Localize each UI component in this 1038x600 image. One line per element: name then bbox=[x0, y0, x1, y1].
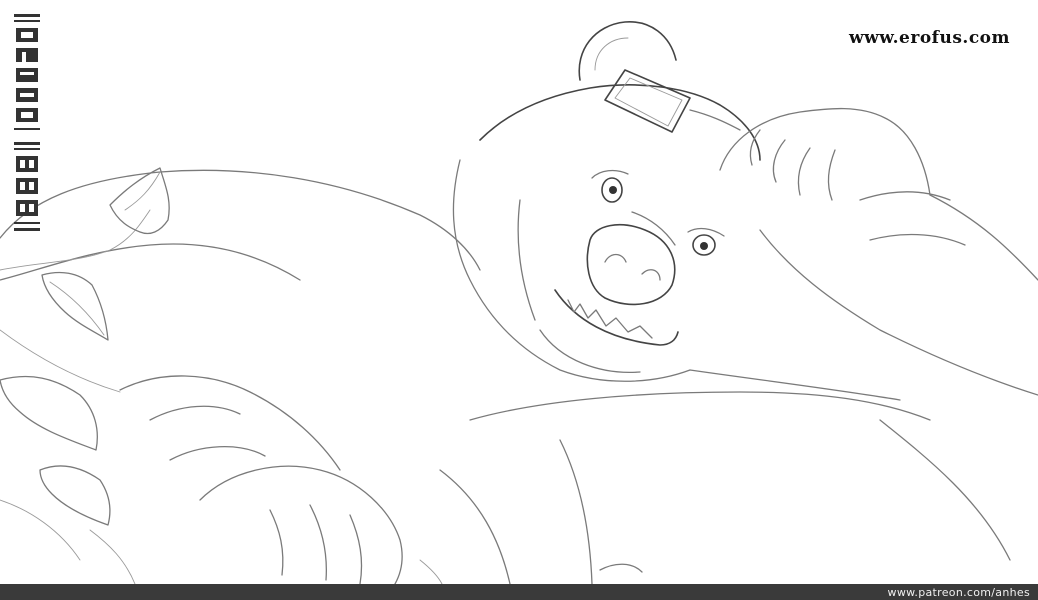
bear-head-outline bbox=[479, 84, 761, 161]
leaf-bottom-left-2 bbox=[39, 465, 111, 526]
bear-cheek bbox=[517, 199, 536, 321]
artwork-canvas: www.erofus.com www.patreon.com/anhes bbox=[0, 0, 1038, 600]
belt-strap-2 bbox=[559, 439, 593, 584]
wrist-cuff-left-2 bbox=[169, 445, 266, 461]
arm-right bbox=[929, 194, 1038, 281]
bear-arm-lower-left bbox=[119, 375, 341, 471]
claw-3 bbox=[797, 147, 811, 196]
wrist-band-2 bbox=[869, 233, 966, 246]
bear-lineart-drawing bbox=[0, 21, 1038, 584]
finger-3 bbox=[349, 514, 363, 584]
arm-right-lower bbox=[759, 229, 1038, 396]
footer-url[interactable]: www.patreon.com/anhes bbox=[888, 586, 1030, 599]
watermark-text: www.erofus.com bbox=[848, 28, 1010, 48]
nostril-left bbox=[604, 253, 627, 263]
brow-left bbox=[591, 169, 629, 179]
footer-bar: www.patreon.com/anhes bbox=[0, 584, 1038, 600]
bear-teeth bbox=[567, 299, 653, 339]
bottom-detail bbox=[599, 563, 643, 573]
bear-hand-raised bbox=[719, 107, 931, 196]
leaf-left bbox=[41, 271, 109, 341]
left-cushion-outline bbox=[0, 169, 481, 271]
belt-strap-1 bbox=[439, 469, 511, 584]
sunglasses-lens bbox=[604, 69, 691, 133]
leaf-bottom-left bbox=[0, 375, 98, 451]
bear-chin bbox=[539, 329, 641, 374]
finger-2 bbox=[309, 504, 328, 581]
claw-4 bbox=[827, 149, 836, 201]
artist-signature-logo bbox=[14, 14, 40, 231]
bear-snout bbox=[586, 224, 676, 306]
wrist-cuff-left bbox=[149, 405, 241, 421]
nostril-right bbox=[641, 269, 661, 281]
claw-2 bbox=[772, 139, 786, 183]
torso-line bbox=[689, 369, 901, 401]
belly-right bbox=[879, 419, 1011, 561]
belly-curve bbox=[469, 391, 931, 421]
bear-hand-lower bbox=[199, 465, 403, 584]
finger-1 bbox=[269, 509, 284, 576]
